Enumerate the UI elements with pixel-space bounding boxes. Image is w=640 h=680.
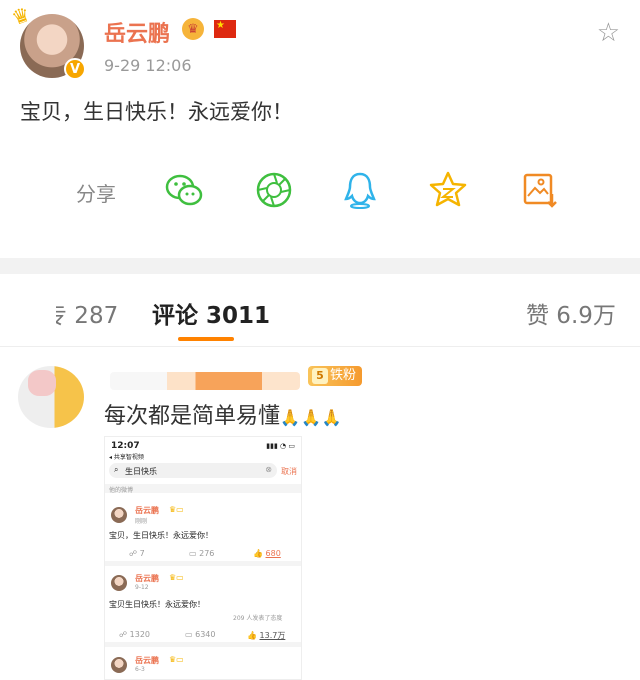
- embed-post-time: 刚刚: [135, 518, 148, 525]
- active-tab-indicator: [178, 337, 234, 341]
- vip-crown-icon: ♛: [182, 18, 204, 40]
- share-label: 分享: [76, 182, 116, 206]
- embed-repost-count: ☍ 1320: [119, 630, 151, 639]
- embed-clear-icon: ⊗: [265, 465, 272, 474]
- embed-search-value: 生日快乐: [125, 467, 157, 476]
- fan-badge-label: 铁粉: [330, 368, 357, 383]
- embed-post-time: 6-3: [135, 666, 145, 673]
- comment-body: 每次都是简单易懂: [104, 404, 281, 429]
- embed-avatar: [111, 507, 127, 523]
- embed-post-author: 岳云鹏: [135, 506, 159, 515]
- fan-badge: 5 铁粉: [308, 366, 363, 386]
- embed-post-time: 9-12: [135, 584, 149, 591]
- embed-comment-count: ▭ 276: [189, 549, 215, 558]
- qzone-icon[interactable]: [428, 170, 468, 210]
- comment-text: 每次都是简单易懂🙏🙏🙏: [104, 398, 343, 430]
- embed-status-time: 12:07: [111, 441, 140, 451]
- qq-icon[interactable]: [340, 170, 380, 210]
- embed-search-bar: ⌕ 生日快乐 ⊗: [109, 463, 277, 478]
- embed-avatar: [111, 575, 127, 591]
- embed-like-count: 👍 680: [253, 549, 281, 558]
- embed-cancel: 取消: [281, 467, 297, 476]
- tabs-divider: [0, 346, 640, 347]
- commenter-name-blurred[interactable]: [110, 372, 300, 390]
- embed-post-text: 宝贝，生日快乐！永远爱你！: [109, 531, 213, 540]
- moments-icon[interactable]: [254, 170, 294, 210]
- embed-section-label: 他的微博: [109, 487, 134, 494]
- tab-comments[interactable]: 评论 3011: [152, 296, 270, 330]
- save-image-icon[interactable]: [520, 170, 560, 210]
- wechat-icon[interactable]: [164, 170, 204, 210]
- post-text: 宝贝，生日快乐！永远爱你！: [20, 100, 293, 124]
- embed-reaction-note: 209 人发表了态度: [233, 615, 283, 622]
- tab-likes[interactable]: 赞 6.9万: [526, 296, 616, 330]
- embed-like-count: 👍 13.7万: [247, 631, 286, 640]
- favorite-star-icon[interactable]: ☆: [597, 18, 620, 48]
- embed-back: ◂ 共享智视频: [109, 454, 144, 461]
- pray-emoji: 🙏🙏🙏: [280, 408, 343, 427]
- embed-avatar: [111, 657, 127, 673]
- embed-post-author: 岳云鹏: [135, 656, 159, 665]
- embed-post-author: 岳云鹏: [135, 574, 159, 583]
- author-name[interactable]: 岳云鹏: [104, 16, 170, 48]
- embedded-screenshot[interactable]: 12:07 ▮▮▮ ◔ ▭ ◂ 共享智视频 ⌕ 生日快乐 ⊗ 取消 他的微博 岳…: [104, 436, 302, 680]
- section-divider: [0, 258, 640, 274]
- crown-icon: ♛: [8, 1, 34, 31]
- commenter-avatar[interactable]: [18, 366, 84, 428]
- embed-post-text: 宝贝生日快乐！永远爱你！: [109, 600, 205, 609]
- embed-status-icons: ▮▮▮ ◔ ▭: [266, 442, 295, 450]
- embed-repost-count: ☍ 7: [129, 549, 145, 558]
- embed-comment-count: ▭ 6340: [185, 630, 216, 639]
- author-avatar[interactable]: ♛ V: [8, 2, 86, 80]
- verified-badge: V: [64, 58, 86, 80]
- fan-level: 5: [312, 368, 328, 384]
- china-flag-icon: ★: [214, 20, 236, 38]
- embed-search-icon: ⌕: [114, 465, 119, 474]
- tab-reposts[interactable]: 专 287: [56, 296, 118, 330]
- post-timestamp: 9-29 12:06: [104, 56, 192, 75]
